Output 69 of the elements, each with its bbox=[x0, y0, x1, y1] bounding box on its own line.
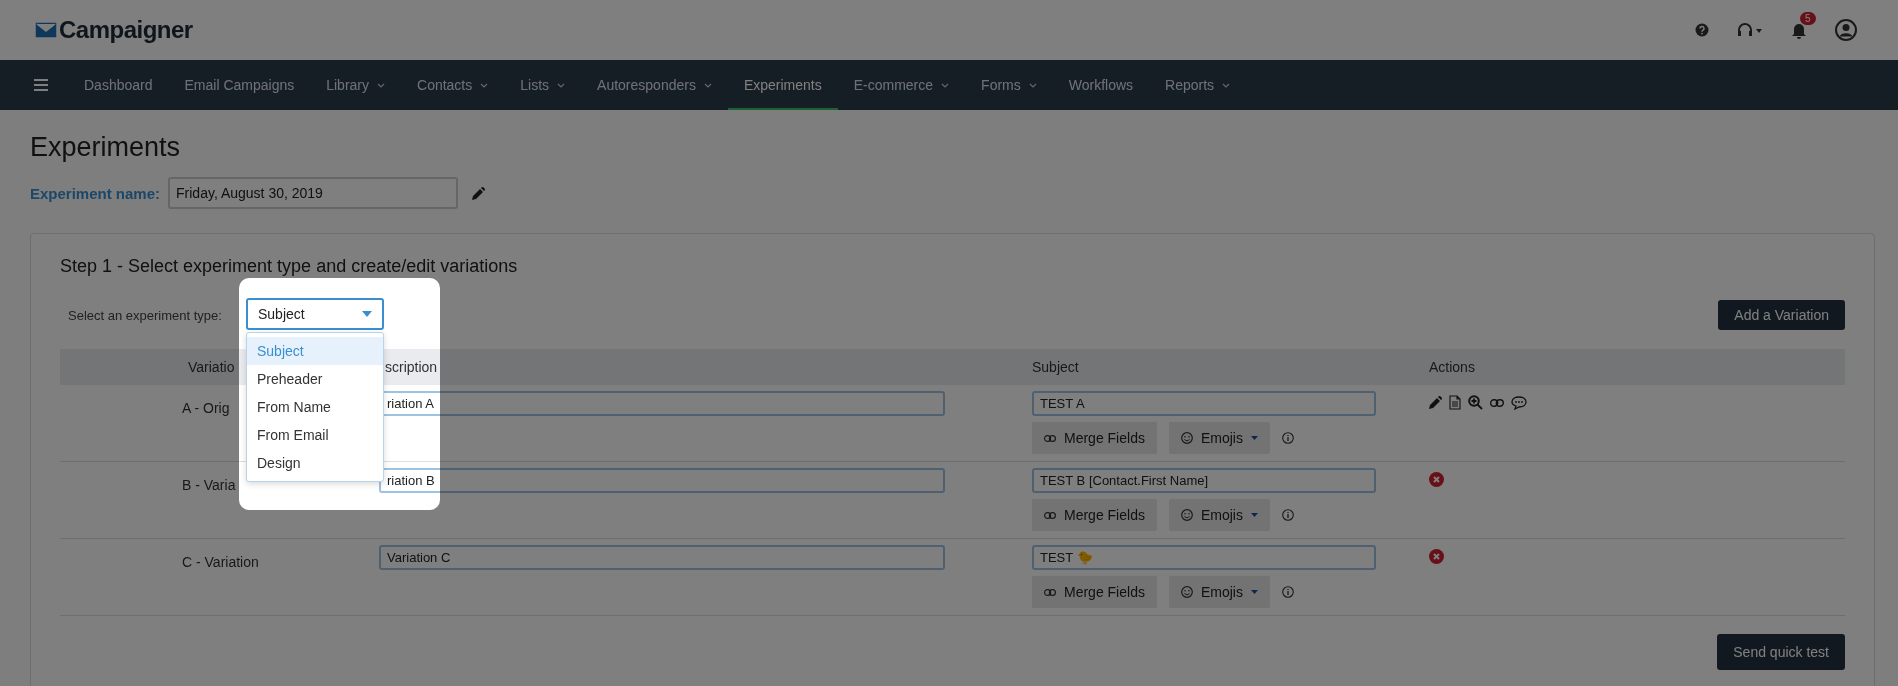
dropdown-option[interactable]: Preheader bbox=[247, 365, 383, 393]
nav-item[interactable]: Autoresponders bbox=[581, 60, 728, 110]
description-field[interactable]: riation B bbox=[379, 468, 945, 493]
nav-item[interactable]: Reports bbox=[1149, 60, 1247, 110]
help-icon[interactable] bbox=[1695, 23, 1709, 37]
nav-item[interactable]: Workflows bbox=[1052, 60, 1150, 110]
subject-field[interactable]: TEST A bbox=[1032, 391, 1376, 416]
column-header: Variatio bbox=[187, 359, 236, 375]
send-quick-test-button[interactable]: Send quick test bbox=[1717, 634, 1845, 670]
field-label: Select an experiment type: bbox=[67, 307, 222, 323]
info-icon[interactable] bbox=[1281, 586, 1294, 598]
delete-icon[interactable] bbox=[1429, 472, 1444, 487]
zoom-in-icon[interactable] bbox=[1468, 395, 1483, 410]
envelope-logo-icon bbox=[35, 22, 57, 38]
dropdown-option[interactable]: Subject bbox=[247, 337, 383, 365]
caret-icon bbox=[1250, 590, 1258, 594]
info-icon[interactable] bbox=[1281, 432, 1294, 444]
experiment-name-field[interactable]: Friday, August 30, 2019 bbox=[168, 177, 459, 209]
link-icon bbox=[1044, 588, 1056, 596]
column-header: Subject bbox=[1032, 359, 1080, 375]
nav-item[interactable]: Dashboard bbox=[68, 60, 169, 110]
nav-item[interactable]: Forms bbox=[965, 60, 1053, 110]
smiley-icon bbox=[1180, 509, 1193, 521]
add-variation-button[interactable]: Add a Variation bbox=[1718, 300, 1845, 330]
table-cell: B - Varia bbox=[182, 477, 236, 493]
caret-icon bbox=[1250, 513, 1258, 517]
notification-badge: 5 bbox=[1800, 11, 1816, 25]
column-header: scription bbox=[384, 359, 439, 375]
bell-icon[interactable] bbox=[1791, 21, 1807, 39]
nav-item[interactable]: Email Campaigns bbox=[168, 60, 311, 110]
info-icon[interactable] bbox=[1281, 509, 1294, 521]
link-icon bbox=[1044, 434, 1056, 442]
nav-item[interactable]: Library bbox=[310, 60, 401, 110]
menu-icon[interactable] bbox=[34, 79, 48, 91]
step-title: Step 1 - Select experiment type and create/edit variations bbox=[60, 256, 519, 277]
speech-bubble-icon[interactable] bbox=[1511, 395, 1527, 410]
pencil-icon[interactable] bbox=[472, 186, 486, 200]
link-icon[interactable] bbox=[1490, 398, 1504, 407]
description-field[interactable]: Variation C bbox=[379, 545, 945, 570]
table-cell: A - Orig bbox=[182, 400, 230, 416]
headset-icon[interactable] bbox=[1737, 23, 1763, 37]
page-title: Experiments bbox=[30, 132, 182, 163]
experiment-type-dropdown[interactable]: Subject bbox=[246, 298, 384, 330]
smiley-icon bbox=[1180, 586, 1193, 598]
nav-item[interactable]: E-commerce bbox=[837, 60, 966, 110]
merge-fields-button[interactable]: Merge Fields bbox=[1032, 422, 1157, 454]
emojis-button[interactable]: Emojis bbox=[1168, 576, 1270, 608]
nav-item[interactable]: Contacts bbox=[401, 60, 505, 110]
subject-field[interactable]: TEST B [Contact.First Name] bbox=[1032, 468, 1376, 493]
caret-icon bbox=[362, 311, 372, 317]
smiley-icon bbox=[1180, 432, 1193, 444]
column-header: Actions bbox=[1429, 359, 1476, 375]
merge-fields-button[interactable]: Merge Fields bbox=[1032, 576, 1157, 608]
caret-icon bbox=[1250, 436, 1258, 440]
subject-field[interactable]: TEST 🐤 bbox=[1032, 545, 1376, 570]
table-cell: C - Variation bbox=[182, 554, 259, 570]
user-avatar-icon[interactable] bbox=[1835, 19, 1857, 41]
delete-icon[interactable] bbox=[1429, 549, 1444, 564]
merge-fields-button[interactable]: Merge Fields bbox=[1032, 499, 1157, 531]
emojis-button[interactable]: Emojis bbox=[1168, 422, 1270, 454]
nav-item[interactable]: Experiments bbox=[727, 60, 838, 110]
link-icon bbox=[1044, 511, 1056, 519]
emojis-button[interactable]: Emojis bbox=[1168, 499, 1270, 531]
field-label: Experiment name: bbox=[30, 184, 161, 202]
dropdown-option[interactable]: From Email bbox=[247, 421, 383, 449]
nav-item[interactable]: Lists bbox=[504, 60, 582, 110]
logo-text: Campaigner bbox=[59, 16, 193, 44]
document-icon[interactable] bbox=[1449, 395, 1461, 410]
pencil-icon[interactable] bbox=[1429, 396, 1442, 409]
